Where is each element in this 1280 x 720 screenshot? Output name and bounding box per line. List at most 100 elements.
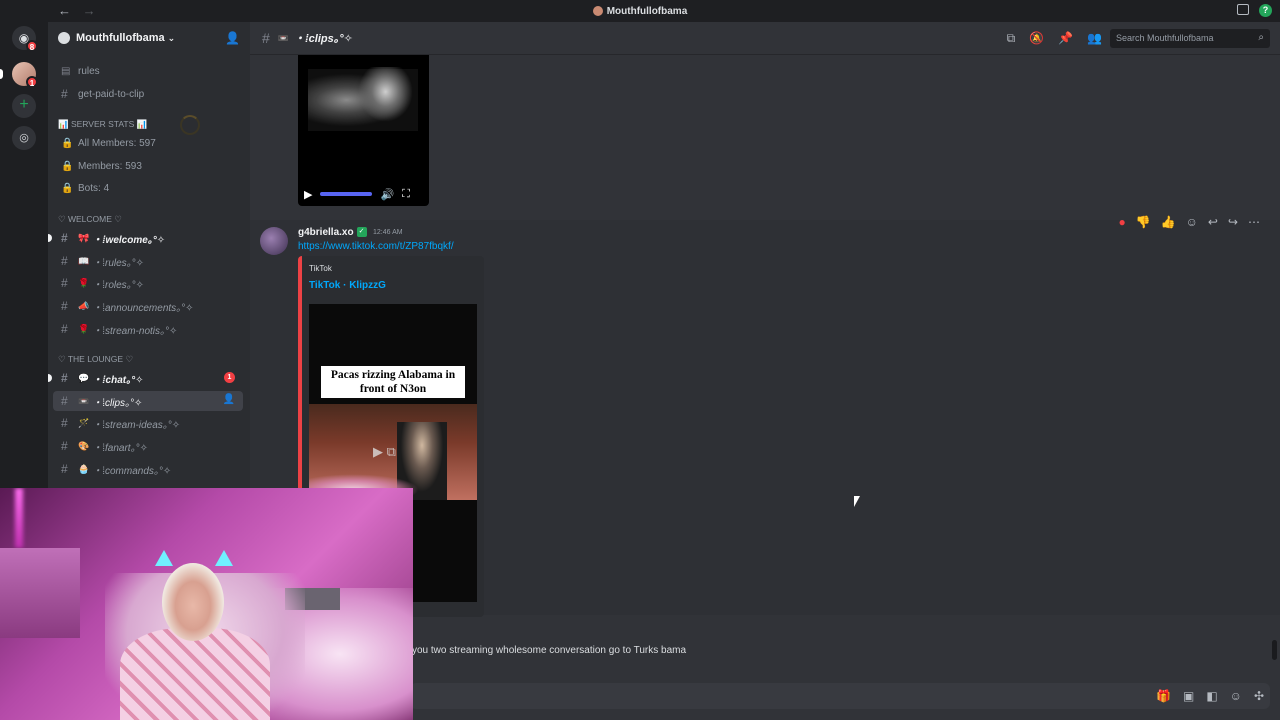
play-overlay-icon[interactable]: ▶ ⧉ xyxy=(373,444,396,460)
channel-label: Members: 593 xyxy=(78,160,142,172)
unread-indicator xyxy=(48,234,52,242)
channel-emoji: 🧁 xyxy=(78,463,90,474)
embed-title[interactable]: TikTok · KlipzzG xyxy=(309,280,386,291)
channel-emoji: 🎀 xyxy=(78,232,90,243)
apps-icon[interactable]: ✣ xyxy=(1254,689,1264,703)
channel-emoji: 📣 xyxy=(78,300,90,311)
hash-icon: # xyxy=(61,416,68,430)
lock-icon: 🔒 xyxy=(61,160,74,172)
message-author[interactable]: g4briella.xo ✓ xyxy=(298,227,367,238)
thumbs-down-icon[interactable]: 👎 xyxy=(1136,215,1151,229)
pin-icon[interactable]: 📌 xyxy=(1058,31,1073,46)
search-input[interactable]: Search Mouthfullofbama ⌕ xyxy=(1110,29,1270,48)
channel-clips[interactable]: # 📼 ・⁞clips｡°✧ 👤 xyxy=(53,391,243,411)
gift-icon[interactable]: 🎁 xyxy=(1156,689,1171,703)
hash-icon: # xyxy=(61,254,68,268)
channel-stream-ideas[interactable]: # 🪄 ・⁞stream-ideas｡°✧ xyxy=(53,413,243,433)
channel-announcements[interactable]: # 📣 ・⁞announcements｡°✧ xyxy=(53,296,243,316)
inbox-icon[interactable] xyxy=(1237,4,1249,15)
message-timestamp: 12:46 AM xyxy=(373,229,403,236)
verified-icon: ✓ xyxy=(356,227,367,238)
video-thumbnail-figure xyxy=(358,67,413,122)
channel-emoji: 💬 xyxy=(78,372,90,383)
unread-indicator xyxy=(48,374,52,382)
channel-emoji: 📖 xyxy=(78,255,90,266)
video-controls: ▶ 🔊 ⛶ xyxy=(298,182,429,206)
sticker-icon[interactable]: ◧ xyxy=(1206,689,1217,703)
channel-label: ・⁞announcements｡°✧ xyxy=(92,302,194,314)
hash-icon: # xyxy=(61,299,68,313)
server-gear-icon xyxy=(58,32,70,44)
volume-icon[interactable]: 🔊 xyxy=(380,188,394,201)
author-name: g4briella.xo xyxy=(298,227,354,238)
hash-icon: # xyxy=(61,322,68,336)
webcam-overlay xyxy=(0,488,413,720)
loading-spinner-icon xyxy=(180,115,200,135)
add-member-icon[interactable]: 👤 xyxy=(223,394,235,405)
composer-buttons: 🎁 ▣ ◧ ☺ ✣ xyxy=(1156,689,1264,703)
channel-bots[interactable]: 🔒 Bots: 4 xyxy=(53,178,243,198)
more-options-icon[interactable]: ⋯ xyxy=(1248,215,1260,229)
thumbs-up-icon[interactable]: 👍 xyxy=(1161,215,1176,229)
server-icon-mouthfullofbama[interactable]: 1 xyxy=(12,62,38,88)
next-message-text: you two streaming wholesome conversation… xyxy=(412,645,687,656)
hash-icon: # xyxy=(61,439,68,453)
help-icon[interactable]: ? xyxy=(1259,4,1272,17)
channel-label: rules xyxy=(78,65,100,77)
channel-label: ・⁞stream-ideas｡°✧ xyxy=(92,419,181,431)
volume-slider[interactable] xyxy=(320,192,373,196)
explore-icon[interactable]: ◎ xyxy=(12,126,36,150)
channel-header: # 📼 ・⁞clips｡°✧ ⧉ 🔕 📌 👥 Search Mouthfullo… xyxy=(250,22,1280,55)
discord-home-icon[interactable]: ◉ 8 xyxy=(12,26,38,52)
forward-icon[interactable]: ↪ xyxy=(1228,215,1238,229)
message-input[interactable] xyxy=(410,683,1270,709)
channel-members[interactable]: 🔒 Members: 593 xyxy=(53,156,243,176)
channel-emoji: 🪄 xyxy=(78,417,90,428)
channel-rules[interactable]: ▤ rules xyxy=(53,61,243,81)
server-header[interactable]: Mouthfullofbama ⌄ 👤 xyxy=(48,22,250,54)
reply-icon[interactable]: ↩ xyxy=(1208,215,1218,229)
channel-label: ・⁞commands｡°✧ xyxy=(92,465,172,477)
channel-rules-2[interactable]: # 📖 ・⁞rules｡°✧ xyxy=(53,251,243,271)
play-icon[interactable]: ▶ xyxy=(304,188,312,201)
mute-bell-icon[interactable]: 🔕 xyxy=(1029,31,1044,46)
message-link[interactable]: https://www.tiktok.com/t/ZP87fbqkf/ xyxy=(298,241,454,252)
category-the-lounge[interactable]: ♡ THE LOUNGE ♡ xyxy=(58,354,133,365)
gif-icon[interactable]: ▣ xyxy=(1183,689,1194,703)
hash-icon: # xyxy=(61,462,68,476)
channel-commands[interactable]: # 🧁 ・⁞commands｡°✧ xyxy=(53,459,243,479)
channel-label: ・⁞clips｡°✧ xyxy=(92,397,143,409)
invite-icon[interactable]: 👤 xyxy=(225,31,240,45)
reaction-heart-icon[interactable]: ● xyxy=(1118,215,1125,229)
add-reaction-icon[interactable]: ☺ xyxy=(1186,215,1198,229)
hash-icon: # xyxy=(262,30,270,46)
threads-icon[interactable]: ⧉ xyxy=(1007,31,1016,46)
emoji-icon[interactable]: ☺ xyxy=(1230,689,1242,703)
add-server-icon[interactable]: + xyxy=(12,94,36,118)
category-welcome[interactable]: ♡ WELCOME ♡ xyxy=(58,214,122,225)
channel-get-paid-to-clip[interactable]: # get-paid-to-clip xyxy=(53,84,243,104)
server-avatar-icon xyxy=(592,6,603,17)
channel-chat[interactable]: # 💬 ・⁞chat｡°✧ 1 xyxy=(48,368,243,388)
video-attachment[interactable]: ▶ 🔊 ⛶ xyxy=(298,55,429,206)
mention-badge: 1 xyxy=(224,372,235,383)
channel-all-members[interactable]: 🔒 All Members: 597 xyxy=(53,133,243,153)
scrollbar[interactable] xyxy=(1272,640,1277,660)
category-server-stats[interactable]: 📊 SERVER STATS 📊 xyxy=(58,119,147,130)
channel-label: All Members: 597 xyxy=(78,137,156,149)
avatar[interactable] xyxy=(260,227,288,255)
hash-icon: # xyxy=(61,394,68,408)
channel-fanart[interactable]: # 🎨 ・⁞fanart｡°✧ xyxy=(53,436,243,456)
channel-label: get-paid-to-clip xyxy=(78,88,145,100)
search-placeholder: Search Mouthfullofbama xyxy=(1116,33,1214,43)
fullscreen-icon[interactable]: ⛶ xyxy=(402,188,410,201)
channel-welcome[interactable]: # 🎀 ・⁞welcome｡°✧ xyxy=(48,228,243,248)
member-list-icon[interactable]: 👥 xyxy=(1087,31,1102,46)
lock-icon: 🔒 xyxy=(61,182,74,194)
channel-stream-notis[interactable]: # 🌹 ・⁞stream-notis｡°✧ xyxy=(53,319,243,339)
channel-roles[interactable]: # 🌹 ・⁞roles｡°✧ xyxy=(53,273,243,293)
selected-server-pill xyxy=(0,69,3,79)
message-actions: ● 👎 👍 ☺ ↩ ↪ ⋯ xyxy=(1118,215,1260,229)
webcam-person-body xyxy=(120,628,270,720)
channel-emoji: 🌹 xyxy=(78,323,90,334)
